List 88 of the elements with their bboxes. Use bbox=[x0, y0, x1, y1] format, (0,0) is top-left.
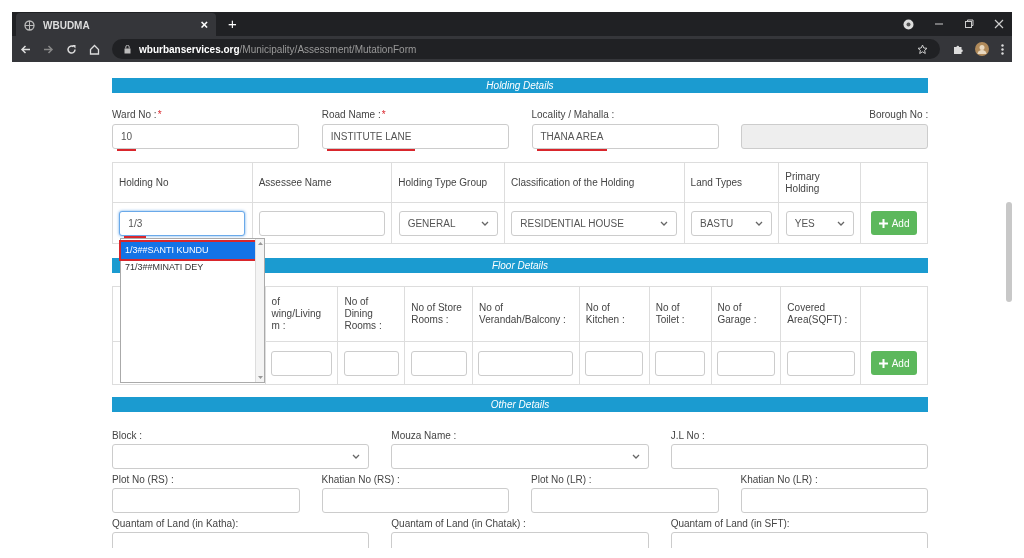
select-field[interactable] bbox=[391, 444, 649, 469]
input-field[interactable] bbox=[585, 350, 644, 376]
column-header: No of Kitchen : bbox=[585, 302, 625, 326]
input-field[interactable] bbox=[259, 210, 385, 236]
input-field[interactable]: THANA AREA bbox=[531, 124, 719, 149]
column-header: Covered Area(SQFT) : bbox=[787, 302, 848, 326]
url-text: wburbanservices.org/Municipality/Assessment/MutationForm bbox=[139, 42, 417, 57]
scroll-up-icon[interactable] bbox=[257, 242, 263, 245]
address-bar[interactable]: wburbanservices.org/Municipality/Assessment/MutationForm bbox=[112, 39, 940, 59]
input-field[interactable] bbox=[740, 488, 928, 513]
input-field[interactable] bbox=[786, 350, 855, 376]
select-field[interactable]: GENERAL bbox=[398, 210, 498, 236]
more-menu-icon[interactable] bbox=[1001, 43, 1004, 55]
tab-title: WBUDMA bbox=[43, 18, 91, 33]
home-icon[interactable] bbox=[89, 43, 100, 55]
required-mark: * bbox=[157, 108, 162, 122]
plus-icon bbox=[878, 358, 888, 368]
input-field[interactable] bbox=[478, 350, 574, 376]
field-label: Quantam of Land (in Katha): bbox=[112, 518, 239, 529]
input-field[interactable] bbox=[321, 488, 509, 513]
column-header: No of Garage : bbox=[717, 302, 757, 326]
reload-icon[interactable] bbox=[66, 43, 77, 55]
column-header: Assessee Name bbox=[258, 176, 332, 189]
plus-icon bbox=[878, 218, 888, 228]
field-label: Locality / Mahalla : bbox=[531, 109, 615, 120]
column-header: Land Types bbox=[690, 176, 743, 189]
field-label: Block : bbox=[112, 430, 142, 441]
input-field[interactable] bbox=[343, 350, 399, 376]
field-label: J.L No : bbox=[670, 430, 705, 441]
back-icon[interactable] bbox=[20, 43, 31, 55]
avatar-icon[interactable] bbox=[975, 42, 989, 56]
input-field[interactable] bbox=[410, 350, 467, 376]
input-field[interactable]: 10 bbox=[112, 124, 299, 149]
input-field[interactable] bbox=[531, 488, 719, 513]
column-header: Classification of the Holding bbox=[511, 176, 635, 189]
column-header: Primary Holding bbox=[785, 170, 820, 195]
restore-icon[interactable] bbox=[964, 19, 974, 29]
scroll-down-icon[interactable] bbox=[257, 376, 263, 379]
field-label: Plot No (LR) : bbox=[531, 474, 592, 485]
field-label: Road Name : bbox=[321, 109, 381, 120]
column-header: Holding Type Group bbox=[398, 176, 488, 189]
field-label: Khatian No (RS) : bbox=[321, 474, 400, 485]
globe-icon bbox=[24, 19, 35, 31]
scrollbar-thumb[interactable] bbox=[1006, 202, 1012, 302]
input-field[interactable]: INSTITUTE LANE bbox=[321, 124, 509, 149]
input-field[interactable] bbox=[670, 444, 928, 469]
chevron-down-icon bbox=[836, 220, 845, 226]
column-header: No of Store Rooms : bbox=[411, 302, 462, 326]
star-icon[interactable] bbox=[917, 43, 928, 55]
close-icon[interactable] bbox=[994, 19, 1004, 29]
new-tab-button[interactable]: + bbox=[228, 12, 237, 36]
column-header: No of Verandah/Balcony : bbox=[479, 302, 566, 326]
select-field[interactable] bbox=[112, 444, 370, 469]
field-label: Ward No : bbox=[112, 109, 157, 120]
field-label: Mouza Name : bbox=[391, 430, 457, 441]
input-field[interactable] bbox=[716, 350, 775, 376]
chevron-down-icon bbox=[631, 454, 640, 459]
suggestion-item[interactable]: 71/3##MINATI DEY bbox=[121, 259, 255, 276]
input-field[interactable] bbox=[271, 350, 333, 376]
column-header: of wing/Living m : bbox=[271, 296, 322, 332]
field-label: Quantam of Land (in SFT): bbox=[670, 518, 790, 529]
chevron-down-icon bbox=[754, 220, 763, 226]
puzzle-icon[interactable] bbox=[952, 43, 963, 55]
dropdown-scrollbar[interactable] bbox=[255, 239, 264, 382]
column-header: No of Toilet : bbox=[655, 302, 685, 326]
section-header-bar: Other Details bbox=[112, 397, 928, 412]
browser-tab[interactable]: WBUDMA × bbox=[16, 13, 216, 37]
section-header-bar: Holding Details bbox=[112, 78, 928, 93]
required-mark: * bbox=[381, 108, 386, 122]
chevron-down-icon bbox=[480, 220, 489, 226]
chevron-down-icon bbox=[660, 220, 669, 226]
input-field[interactable]: 1/3 bbox=[119, 210, 246, 236]
forward-icon[interactable] bbox=[43, 43, 54, 55]
chevron-down-icon bbox=[352, 454, 361, 459]
field-label: Plot No (RS) : bbox=[112, 474, 174, 485]
field-label: Khatian No (LR) : bbox=[740, 474, 818, 485]
input-field[interactable] bbox=[112, 488, 300, 513]
select-field[interactable]: RESIDENTIAL HOUSE bbox=[511, 210, 678, 236]
select-field[interactable]: BASTU bbox=[690, 210, 772, 236]
column-header: Holding No bbox=[119, 176, 169, 189]
field-label: Quantam of Land (in Chatak) : bbox=[391, 518, 526, 529]
tab-close-button[interactable]: × bbox=[200, 15, 208, 35]
suggestion-item[interactable]: 1/3##SANTI KUNDU bbox=[121, 242, 255, 259]
input-field[interactable] bbox=[655, 350, 706, 376]
lock-icon bbox=[124, 44, 131, 54]
select-field[interactable]: YES bbox=[785, 210, 854, 236]
field-label: Borough No : bbox=[869, 109, 928, 120]
column-header: No of Dining Rooms : bbox=[344, 296, 382, 332]
